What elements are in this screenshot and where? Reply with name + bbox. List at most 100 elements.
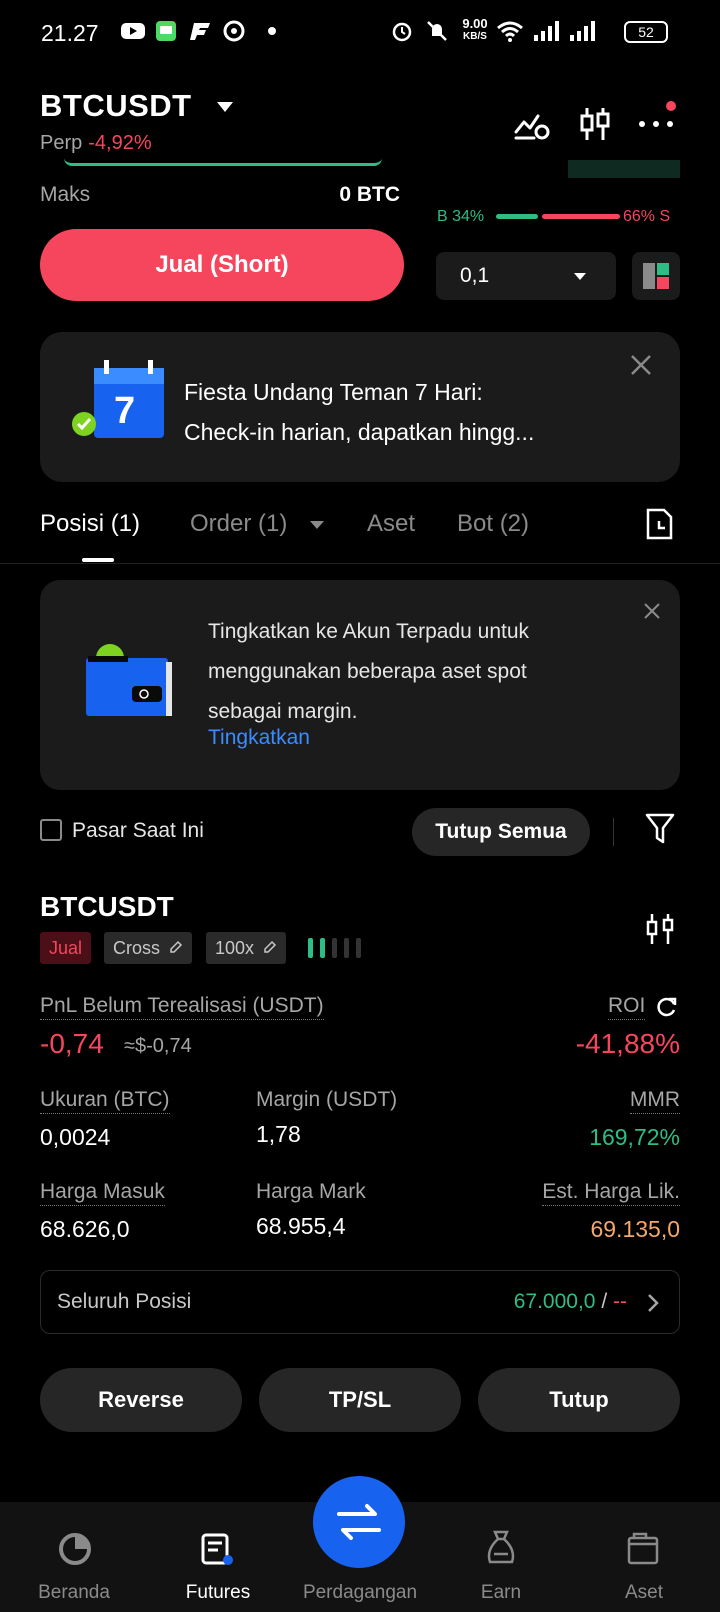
scrolled-slider-edge <box>64 158 382 166</box>
precision-select[interactable]: 0,1 <box>436 252 616 300</box>
price-change: -4,92% <box>88 132 152 154</box>
promo-banner[interactable]: 7 Fiesta Undang Teman 7 Hari: Check-in h… <box>40 332 680 482</box>
mmr-label[interactable]: MMR <box>629 1088 680 1114</box>
mmr-value: 169,72% <box>589 1124 680 1150</box>
trade-fab-button[interactable] <box>313 1476 405 1568</box>
status-time: 21.27 <box>41 20 99 46</box>
margin-value: 1,78 <box>256 1121 301 1147</box>
max-label: Maks <box>40 183 91 206</box>
precision-value: 0,1 <box>460 264 490 287</box>
calendar-day: 7 <box>114 390 136 432</box>
tabs-divider <box>0 563 720 564</box>
nav-futures[interactable]: Futures <box>148 1582 288 1604</box>
current-market-label[interactable]: Pasar Saat Ini <box>72 819 204 843</box>
earn-icon[interactable] <box>484 1530 518 1566</box>
leverage-badge[interactable]: 100x <box>206 932 287 964</box>
notification-dot-icon <box>268 27 276 35</box>
adl-bar-1 <box>308 938 313 958</box>
history-icon[interactable] <box>644 508 674 540</box>
close-position-button[interactable]: Tutup <box>478 1368 680 1432</box>
position-symbol[interactable]: BTCUSDT <box>40 891 174 923</box>
buy-ratio-bar <box>496 214 538 219</box>
tab-positions[interactable]: Posisi (1) <box>40 510 140 538</box>
contract-info: Perp -4,92% <box>40 132 152 154</box>
app-circle-icon <box>223 20 245 42</box>
max-value: 0 BTC <box>339 183 400 206</box>
roi-value: -41,88% <box>575 1028 680 1059</box>
margin-mode-badge[interactable]: Cross <box>104 932 193 964</box>
adl-bar-2 <box>320 938 325 958</box>
all-positions-row[interactable]: Seluruh Posisi 67.000,0 / -- <box>40 1270 680 1334</box>
tab-assets[interactable]: Aset <box>367 510 415 538</box>
nav-assets[interactable]: Aset <box>574 1582 714 1604</box>
current-market-checkbox[interactable] <box>40 819 62 841</box>
tab-bots[interactable]: Bot (2) <box>457 510 529 538</box>
side-badge: Jual <box>40 932 92 964</box>
home-icon[interactable] <box>58 1532 92 1566</box>
close-icon[interactable] <box>643 602 661 620</box>
sell-short-button[interactable]: Jual (Short) <box>40 229 404 301</box>
orders-dropdown-icon[interactable] <box>310 521 324 529</box>
mark-price-label: Harga Mark <box>256 1180 366 1203</box>
adl-bar-4 <box>344 938 349 958</box>
entry-price-label[interactable]: Harga Masuk <box>40 1180 165 1206</box>
nav-trade[interactable]: Perdagangan <box>290 1582 430 1604</box>
edit-icon <box>264 940 277 953</box>
adl-bar-5 <box>356 938 361 958</box>
chevron-down-icon <box>574 273 586 280</box>
liq-price-label[interactable]: Est. Harga Lik. <box>542 1180 680 1206</box>
edit-icon <box>170 940 183 953</box>
mute-icon <box>427 21 447 41</box>
futures-icon[interactable] <box>200 1532 234 1566</box>
share-refresh-icon[interactable] <box>656 996 678 1018</box>
all-positions-label: Seluruh Posisi <box>57 1290 192 1313</box>
wifi-icon <box>497 21 523 42</box>
adl-bar-3 <box>332 938 337 958</box>
roi-label[interactable]: ROI <box>608 994 646 1020</box>
youtube-icon <box>121 23 145 39</box>
swap-arrows-icon <box>337 1504 381 1540</box>
pnl-value: -0,74 <box>40 1028 104 1059</box>
battery-indicator: 52 <box>624 21 668 43</box>
assets-icon[interactable] <box>626 1532 660 1566</box>
chevron-right-icon <box>648 1294 659 1312</box>
size-label[interactable]: Ukuran (BTC) <box>40 1088 170 1114</box>
status-bar: 21.27 9.00 KB/S 52 <box>0 0 720 66</box>
close-icon[interactable] <box>630 354 652 376</box>
entry-price-value: 68.626,0 <box>40 1216 130 1242</box>
wallet-icon <box>86 644 172 716</box>
reverse-button[interactable]: Reverse <box>40 1368 242 1432</box>
tpsl-button[interactable]: TP/SL <box>259 1368 461 1432</box>
chat-app-icon <box>156 21 176 41</box>
pnl-label[interactable]: PnL Belum Terealisasi (USDT) <box>40 994 324 1020</box>
filter-icon[interactable] <box>644 812 676 846</box>
size-value: 0,0024 <box>40 1124 111 1150</box>
chart-settings-icon[interactable] <box>514 106 550 142</box>
candlestick-icon[interactable] <box>644 912 676 946</box>
orderbook-layout-icon <box>643 263 669 289</box>
mark-price-value: 68.955,4 <box>256 1213 346 1239</box>
margin-label: Margin (USDT) <box>256 1088 398 1111</box>
candlestick-icon[interactable] <box>578 106 612 142</box>
alarm-icon <box>392 22 412 42</box>
pair-dropdown-icon[interactable] <box>217 102 233 112</box>
nav-home[interactable]: Beranda <box>4 1582 144 1604</box>
signal-icon <box>534 21 559 41</box>
more-menu-icon[interactable] <box>636 100 676 136</box>
close-all-button[interactable]: Tutup Semua <box>412 808 590 856</box>
signal-icon-2 <box>570 21 595 41</box>
nav-earn[interactable]: Earn <box>431 1582 571 1604</box>
orderbook-layout-button[interactable] <box>632 252 680 300</box>
promo-text: Fiesta Undang Teman 7 Hari: Check-in har… <box>184 379 535 445</box>
net-speed: 9.00 KB/S <box>462 16 488 42</box>
liq-price-value: 69.135,0 <box>590 1216 680 1242</box>
pair-title[interactable]: BTCUSDT <box>40 88 192 124</box>
app-f-icon <box>190 23 210 40</box>
active-tab-indicator <box>82 558 114 562</box>
tab-orders[interactable]: Order (1) <box>190 510 287 538</box>
upgrade-text: Tingkatkan ke Akun Terpadu untuk menggun… <box>208 620 530 723</box>
sell-ratio-bar <box>542 214 620 219</box>
upgrade-link[interactable]: Tingkatkan <box>208 726 310 750</box>
filter-divider <box>613 818 614 846</box>
all-positions-value: 67.000,0 / -- <box>513 1290 627 1313</box>
